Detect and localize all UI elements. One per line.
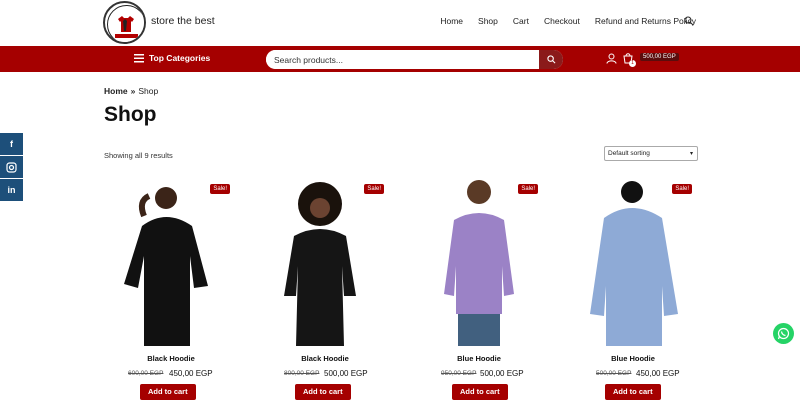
cart-count-badge: 1 bbox=[629, 60, 636, 67]
product-name[interactable]: Blue Hoodie bbox=[412, 354, 546, 363]
category-search-bar: Top Categories bbox=[0, 46, 800, 72]
product-name[interactable]: Blue Hoodie bbox=[566, 354, 700, 363]
result-count: Showing all 9 results bbox=[104, 151, 173, 160]
sale-price: 450,00 EGP bbox=[636, 369, 680, 378]
user-account-icon[interactable] bbox=[606, 53, 617, 64]
page: store the best Home Shop Cart Checkout R… bbox=[0, 0, 800, 400]
product-card[interactable]: Sale! Black Hoodie 600,00 EGP 450,00 EGP… bbox=[104, 176, 238, 400]
sale-price: 500,00 EGP bbox=[480, 369, 524, 378]
product-search-input[interactable] bbox=[266, 50, 539, 69]
search-icon bbox=[546, 55, 555, 64]
sale-price: 450,00 EGP bbox=[169, 369, 213, 378]
nav-shop[interactable]: Shop bbox=[478, 16, 498, 26]
breadcrumb-home[interactable]: Home bbox=[104, 86, 128, 96]
product-image[interactable]: Sale! bbox=[566, 176, 700, 346]
product-search-button[interactable] bbox=[539, 50, 563, 69]
hoodie-model-image bbox=[124, 187, 208, 346]
product-card[interactable]: Sale! Blue Hoodie 950,00 EGP 500,00 EGP … bbox=[412, 176, 546, 400]
page-title: Shop bbox=[104, 103, 157, 126]
sale-price: 500,00 EGP bbox=[324, 369, 368, 378]
product-card[interactable]: Sale! Black Hoodie 800,00 EGP 500,00 EGP… bbox=[258, 176, 392, 400]
hoodie-model-image bbox=[284, 182, 356, 346]
top-categories-button[interactable]: Top Categories bbox=[134, 53, 210, 63]
add-to-cart-button[interactable]: Add to cart bbox=[140, 384, 196, 400]
social-sidebar: f in bbox=[0, 133, 23, 202]
nav-refund-policy[interactable]: Refund and Returns Policy bbox=[595, 16, 696, 26]
sale-badge: Sale! bbox=[672, 184, 692, 194]
sale-badge: Sale! bbox=[518, 184, 538, 194]
whatsapp-icon bbox=[777, 327, 790, 340]
search-icon[interactable] bbox=[684, 16, 694, 26]
breadcrumb: Home» Shop bbox=[104, 86, 158, 96]
nav-checkout[interactable]: Checkout bbox=[544, 16, 580, 26]
product-name[interactable]: Black Hoodie bbox=[104, 354, 238, 363]
site-tagline: store the best bbox=[151, 15, 215, 27]
breadcrumb-current: Shop bbox=[138, 86, 159, 96]
cart-total[interactable]: 500,00 EGP bbox=[640, 53, 679, 61]
main-nav: Home Shop Cart Checkout Refund and Retur… bbox=[425, 16, 696, 26]
hoodie-model-image bbox=[590, 181, 678, 346]
old-price: 500,00 EGP bbox=[596, 370, 632, 377]
top-categories-label: Top Categories bbox=[149, 53, 211, 63]
breadcrumb-separator: » bbox=[130, 86, 136, 96]
hoodie-model-image bbox=[444, 180, 514, 346]
product-image[interactable]: Sale! bbox=[412, 176, 546, 346]
sale-badge: Sale! bbox=[364, 184, 384, 194]
old-price: 950,00 EGP bbox=[441, 370, 477, 377]
sort-select[interactable]: Default sorting ▾ bbox=[604, 146, 698, 161]
whatsapp-chat-button[interactable] bbox=[773, 323, 794, 344]
product-name[interactable]: Black Hoodie bbox=[258, 354, 392, 363]
instagram-glyph-icon bbox=[6, 161, 17, 173]
add-to-cart-button[interactable]: Add to cart bbox=[452, 384, 508, 400]
product-search bbox=[266, 50, 563, 69]
add-to-cart-button[interactable]: Add to cart bbox=[605, 384, 661, 400]
sale-badge: Sale! bbox=[210, 184, 230, 194]
add-to-cart-button[interactable]: Add to cart bbox=[295, 384, 351, 400]
logo-mark-icon bbox=[107, 5, 144, 42]
product-image[interactable]: Sale! bbox=[258, 176, 392, 346]
menu-icon bbox=[134, 53, 144, 62]
site-header: store the best Home Shop Cart Checkout R… bbox=[0, 0, 800, 46]
nav-cart[interactable]: Cart bbox=[513, 16, 529, 26]
site-logo[interactable] bbox=[103, 1, 146, 44]
product-card[interactable]: Sale! Blue Hoodie 500,00 EGP 450,00 EGP … bbox=[566, 176, 700, 400]
product-image[interactable]: Sale! bbox=[104, 176, 238, 346]
sort-selected-value: Default sorting bbox=[608, 150, 650, 157]
facebook-icon[interactable]: f bbox=[0, 133, 23, 156]
old-price: 600,00 EGP bbox=[128, 370, 164, 377]
linkedin-icon[interactable]: in bbox=[0, 179, 23, 202]
chevron-down-icon: ▾ bbox=[689, 151, 693, 157]
old-price: 800,00 EGP bbox=[284, 370, 320, 377]
nav-home[interactable]: Home bbox=[440, 16, 463, 26]
instagram-icon[interactable] bbox=[0, 156, 23, 179]
